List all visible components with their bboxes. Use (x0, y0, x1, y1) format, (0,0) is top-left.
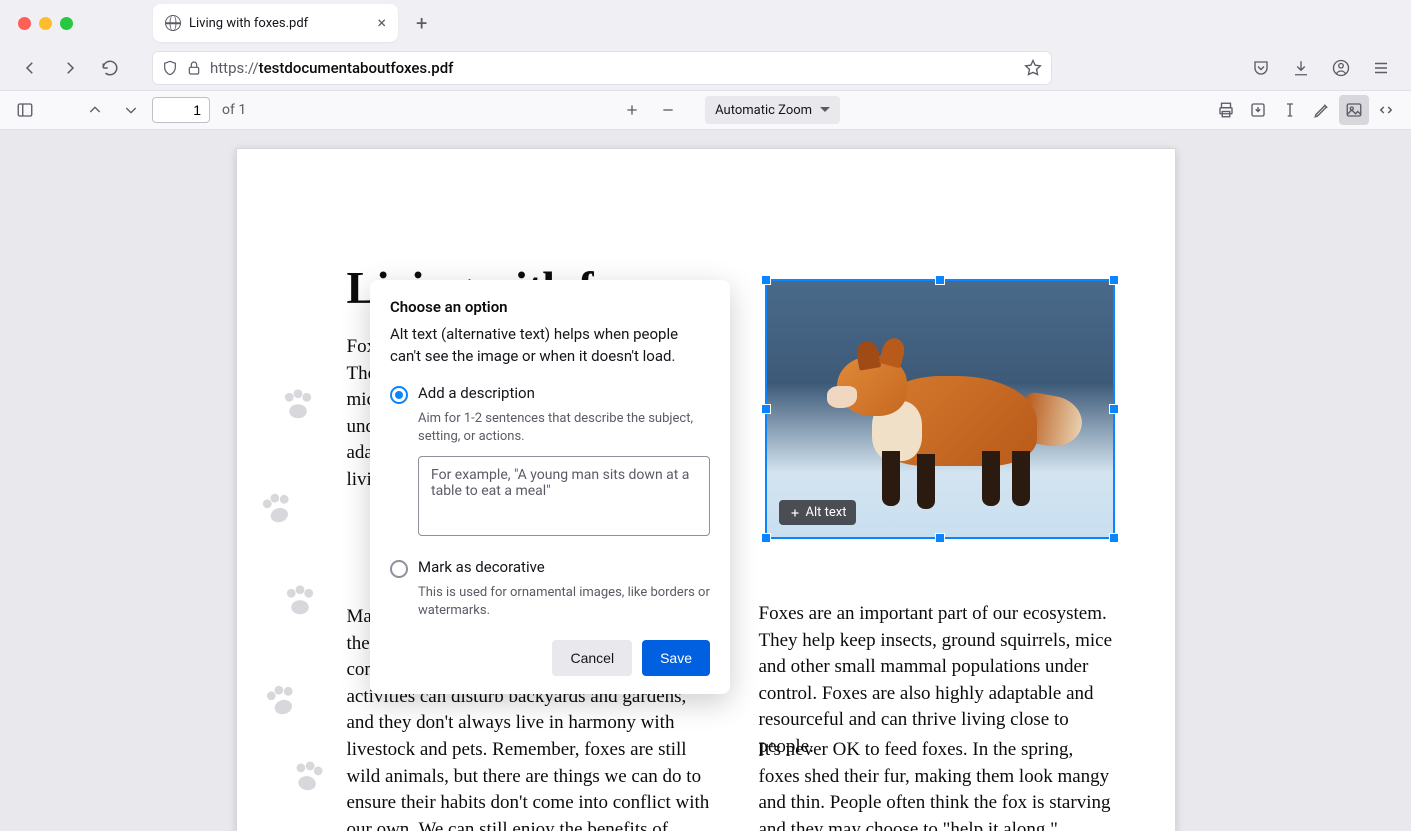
page-count-label: of 1 (222, 102, 246, 118)
resize-handle[interactable] (1109, 533, 1119, 543)
document-paragraph: It's never OK to feed foxes. In the spri… (759, 737, 1119, 831)
downloads-button[interactable] (1283, 50, 1319, 86)
option-help-text: This is used for ornamental images, like… (418, 584, 710, 620)
zoom-out-button[interactable] (653, 95, 683, 125)
tab-title: Living with foxes.pdf (189, 16, 369, 31)
radio-mark-decorative[interactable] (390, 560, 408, 578)
sidebar-toggle-button[interactable] (10, 95, 40, 125)
plus-icon (789, 507, 801, 519)
resize-handle[interactable] (761, 533, 771, 543)
dialog-title: Choose an option (390, 298, 710, 316)
window-close-button[interactable] (18, 17, 31, 30)
zoom-select[interactable]: Automatic Zoom (705, 96, 840, 124)
tab-close-button[interactable]: × (377, 15, 386, 31)
tools-menu-button[interactable] (1371, 95, 1401, 125)
cancel-button[interactable]: Cancel (552, 640, 632, 676)
zoom-in-button[interactable] (617, 95, 647, 125)
browser-tab[interactable]: Living with foxes.pdf × (153, 4, 398, 42)
alt-text-button[interactable]: Alt text (779, 500, 857, 525)
url-text: https://testdocumentaboutfoxes.pdf (210, 59, 1016, 77)
draw-tool-button[interactable] (1307, 95, 1337, 125)
url-bar[interactable]: https://testdocumentaboutfoxes.pdf (152, 51, 1052, 85)
radio-add-description[interactable] (390, 386, 408, 404)
image-tool-button[interactable] (1339, 95, 1369, 125)
alt-text-dialog: Choose an option Alt text (alternative t… (370, 280, 730, 694)
menu-button[interactable] (1363, 50, 1399, 86)
paw-icon (283, 754, 332, 803)
resize-handle[interactable] (935, 275, 945, 285)
resize-handle[interactable] (935, 533, 945, 543)
resize-handle[interactable] (761, 404, 771, 414)
paw-icon (277, 385, 319, 427)
option-help-text: Aim for 1-2 sentences that describe the … (418, 410, 710, 446)
inserted-image[interactable]: Alt text (765, 279, 1115, 539)
page-number-input[interactable] (152, 97, 210, 123)
option-add-description[interactable]: Add a description (390, 384, 710, 404)
pocket-button[interactable] (1243, 50, 1279, 86)
bookmark-star-icon[interactable] (1024, 59, 1042, 77)
resize-handle[interactable] (1109, 404, 1119, 414)
paw-icon (256, 676, 307, 727)
resize-handle[interactable] (1109, 275, 1119, 285)
account-button[interactable] (1323, 50, 1359, 86)
download-pdf-button[interactable] (1243, 95, 1273, 125)
paw-icon (252, 484, 303, 535)
window-minimize-button[interactable] (39, 17, 52, 30)
forward-button[interactable] (52, 50, 88, 86)
lock-icon (186, 60, 202, 76)
new-tab-button[interactable]: + (416, 11, 427, 35)
option-mark-decorative[interactable]: Mark as decorative (390, 558, 710, 578)
window-maximize-button[interactable] (60, 17, 73, 30)
back-button[interactable] (12, 50, 48, 86)
reload-button[interactable] (92, 50, 128, 86)
save-button[interactable]: Save (642, 640, 710, 676)
text-tool-button[interactable] (1275, 95, 1305, 125)
print-button[interactable] (1211, 95, 1241, 125)
description-textarea[interactable] (418, 456, 710, 536)
next-page-button[interactable] (116, 95, 146, 125)
paw-icon (279, 581, 321, 623)
prev-page-button[interactable] (80, 95, 110, 125)
dialog-subtitle: Alt text (alternative text) helps when p… (390, 324, 710, 368)
shield-icon (162, 60, 178, 76)
resize-handle[interactable] (761, 275, 771, 285)
fox-image-content (767, 281, 1113, 537)
globe-icon (165, 15, 181, 31)
